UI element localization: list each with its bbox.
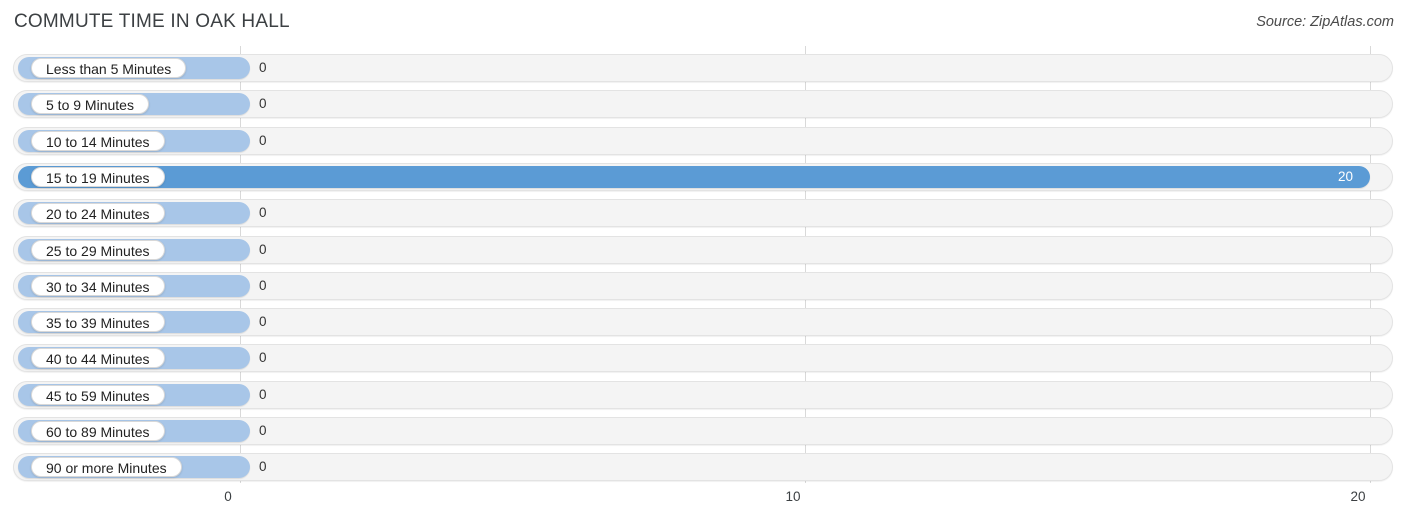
bar-value-label: 0 bbox=[259, 205, 267, 221]
bar-value-label: 20 bbox=[1338, 168, 1354, 184]
chart-plot-area: Less than 5 Minutes 0 5 to 9 Minutes 0 10 to… bbox=[0, 46, 1406, 483]
bar-rows: Less than 5 Minutes 0 5 to 9 Minutes 0 10 to… bbox=[0, 46, 1406, 483]
bar-row[interactable]: 90 or more Minutes 0 bbox=[13, 453, 1393, 482]
bar-value-label: 0 bbox=[259, 277, 267, 293]
bar-row[interactable]: 15 to 19 Minutes 20 bbox=[13, 162, 1393, 191]
category-label-pill: 30 to 34 Minutes bbox=[31, 275, 165, 296]
bar-value-label: 0 bbox=[259, 96, 267, 112]
bar-value-label: 0 bbox=[259, 459, 267, 475]
category-label-pill: 90 or more Minutes bbox=[31, 457, 182, 478]
bar-value-label: 0 bbox=[259, 132, 267, 148]
bar-row[interactable]: 30 to 34 Minutes 0 bbox=[13, 271, 1393, 300]
category-label-pill: 20 to 24 Minutes bbox=[31, 203, 165, 224]
category-label-pill: 10 to 14 Minutes bbox=[31, 130, 165, 151]
x-axis-tick-label: 20 bbox=[1350, 489, 1366, 504]
category-label-pill: 45 to 59 Minutes bbox=[31, 384, 165, 405]
category-label-pill: 15 to 19 Minutes bbox=[31, 166, 165, 187]
bar-row[interactable]: 25 to 29 Minutes 0 bbox=[13, 235, 1393, 264]
bar-row[interactable]: 40 to 44 Minutes 0 bbox=[13, 344, 1393, 373]
category-label-pill: 40 to 44 Minutes bbox=[31, 348, 165, 369]
page-title: COMMUTE TIME IN OAK HALL bbox=[14, 11, 290, 32]
x-axis-tick-label: 10 bbox=[785, 489, 801, 504]
bar-value-label: 0 bbox=[259, 386, 267, 402]
source-attribution: Source: ZipAtlas.com bbox=[1256, 14, 1394, 30]
category-label-pill: 5 to 9 Minutes bbox=[31, 94, 149, 115]
category-label-pill: 35 to 39 Minutes bbox=[31, 312, 165, 333]
bar-row[interactable]: 60 to 89 Minutes 0 bbox=[13, 417, 1393, 445]
bar-value-label: 0 bbox=[259, 60, 267, 75]
bar-row[interactable]: 35 to 39 Minutes 0 bbox=[13, 308, 1393, 337]
bar-value-label: 0 bbox=[259, 423, 267, 438]
bar-row[interactable]: 10 to 14 Minutes 0 bbox=[13, 126, 1393, 155]
bar-row[interactable]: Less than 5 Minutes 0 bbox=[13, 54, 1393, 82]
category-label-pill: 60 to 89 Minutes bbox=[31, 421, 165, 441]
bar-value-label: 0 bbox=[259, 350, 267, 366]
bar bbox=[18, 165, 1370, 188]
bar-value-label: 0 bbox=[259, 241, 267, 257]
bar-row[interactable]: 20 to 24 Minutes 0 bbox=[13, 199, 1393, 228]
chart-header: COMMUTE TIME IN OAK HALL Source: ZipAtla… bbox=[0, 0, 1406, 46]
category-label-pill: Less than 5 Minutes bbox=[31, 58, 187, 78]
x-axis: 0 10 20 bbox=[0, 483, 1406, 524]
bar-row[interactable]: 5 to 9 Minutes 0 bbox=[13, 90, 1393, 119]
x-axis-tick-label: 0 bbox=[224, 489, 232, 504]
bar-value-label: 0 bbox=[259, 314, 267, 330]
category-label-pill: 25 to 29 Minutes bbox=[31, 239, 165, 260]
bar-row[interactable]: 45 to 59 Minutes 0 bbox=[13, 380, 1393, 409]
